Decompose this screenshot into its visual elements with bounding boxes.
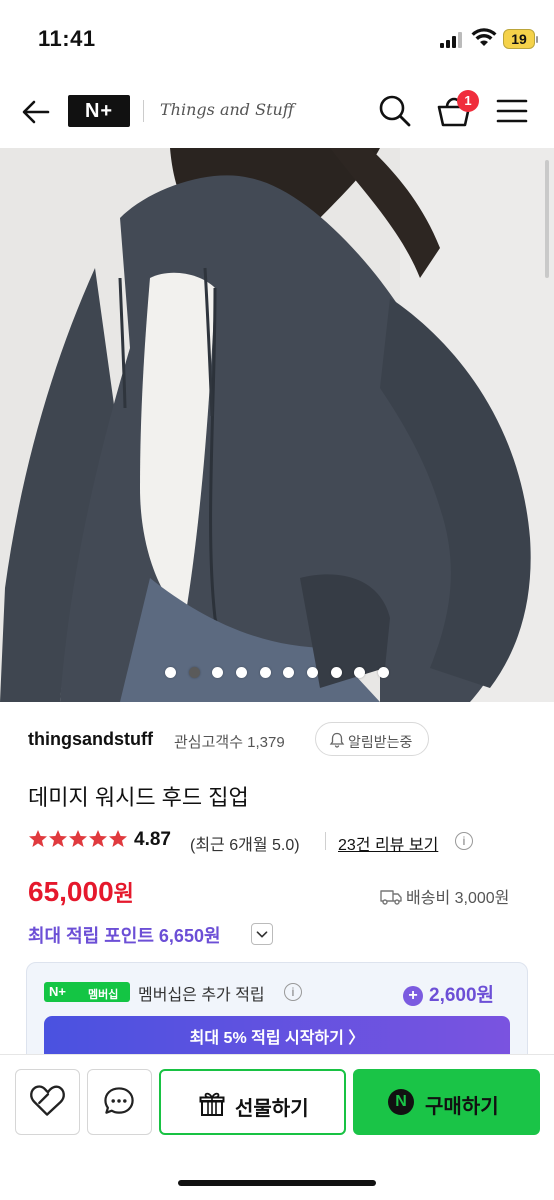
chat-button[interactable] <box>87 1069 152 1135</box>
store-name[interactable]: thingsandstuff <box>28 729 153 750</box>
membership-badge: N+ 멤버십 <box>44 982 130 1002</box>
membership-text: 멤버십은 추가 적립 <box>138 987 265 1004</box>
status-bar: 11:41 19 <box>0 0 554 80</box>
carousel-dot[interactable] <box>330 667 342 678</box>
rating-divider <box>325 832 326 850</box>
buy-button-label: 구매하기 <box>425 1096 499 1118</box>
rating-value: 4.87 <box>134 829 171 850</box>
membership-points: +2,600원 <box>403 980 494 1007</box>
chat-bubble-icon <box>104 1087 134 1114</box>
plus-icon: + <box>403 986 423 1006</box>
battery-level: 19 <box>511 31 527 47</box>
recent-rating: (최근 6개월 5.0) <box>190 837 300 854</box>
battery-icon: 19 <box>503 29 538 49</box>
notification-toggle-button[interactable]: 알림받는중 <box>315 722 429 756</box>
carousel-dot[interactable] <box>378 667 390 678</box>
signal-icon <box>440 32 466 48</box>
star-icon <box>69 830 87 847</box>
membership-info-icon[interactable]: i <box>284 983 302 1001</box>
product-price: 65,000원 <box>28 876 134 908</box>
carousel-dots <box>0 667 554 681</box>
carousel-dot[interactable] <box>188 667 200 678</box>
membership-badge-brand: N+ <box>49 984 66 999</box>
wifi-icon <box>471 28 497 46</box>
bell-icon <box>329 732 345 748</box>
rating-stars <box>28 829 128 851</box>
back-arrow-icon[interactable] <box>18 94 54 130</box>
search-icon[interactable] <box>377 92 413 130</box>
membership-points-value: 2,600원 <box>429 985 495 1006</box>
wishlist-button[interactable] <box>15 1069 80 1135</box>
product-photo <box>0 148 554 702</box>
logo-divider <box>143 100 144 122</box>
nplus-logo[interactable]: N+ <box>68 95 130 127</box>
star-icon <box>109 830 127 847</box>
star-icon <box>49 830 67 847</box>
chevron-down-icon[interactable] <box>251 923 273 945</box>
follower-count: 관심고객수 1,379 <box>174 734 285 751</box>
naver-pay-icon: N <box>388 1089 414 1115</box>
carousel-dot[interactable] <box>354 667 366 678</box>
scroll-indicator[interactable] <box>545 160 549 278</box>
star-icon <box>89 830 107 847</box>
review-link[interactable]: 23건 리뷰 보기 <box>338 831 438 855</box>
carousel-dot[interactable] <box>307 667 319 678</box>
shipping-fee-text: 배송비 3,000원 <box>406 890 510 907</box>
truck-icon <box>380 890 402 905</box>
buy-button[interactable]: N 구매하기 <box>353 1069 540 1135</box>
status-time: 11:41 <box>38 26 96 51</box>
menu-icon[interactable] <box>496 96 528 126</box>
info-icon[interactable]: i <box>455 832 473 850</box>
price-value: 65,000 <box>28 876 114 907</box>
carousel-dot[interactable] <box>164 667 176 678</box>
carousel-dot[interactable] <box>259 667 271 678</box>
carousel-dot[interactable] <box>212 667 224 678</box>
max-points: 최대 적립 포인트 6,650원 <box>28 926 221 946</box>
membership-badge-label: 멤버십 <box>88 989 119 1001</box>
product-title: 데미지 워시드 후드 집업 <box>28 785 249 810</box>
carousel-dot[interactable] <box>235 667 247 678</box>
shipping-fee: 배송비 3,000원 <box>380 884 510 907</box>
notification-toggle-label: 알림받는중 <box>348 734 413 750</box>
gift-button[interactable]: 선물하기 <box>159 1069 346 1135</box>
gift-button-label: 선물하기 <box>235 1098 309 1120</box>
carousel-dot[interactable] <box>283 667 295 678</box>
heart-icon <box>30 1085 65 1116</box>
star-icon <box>29 830 47 847</box>
product-image[interactable] <box>0 148 554 702</box>
price-unit: 원 <box>113 881 134 906</box>
cart-count-badge: 1 <box>457 90 479 112</box>
home-indicator[interactable] <box>178 1180 376 1186</box>
gift-icon <box>199 1092 225 1116</box>
store-logo[interactable]: Things and Stuff <box>160 100 294 119</box>
